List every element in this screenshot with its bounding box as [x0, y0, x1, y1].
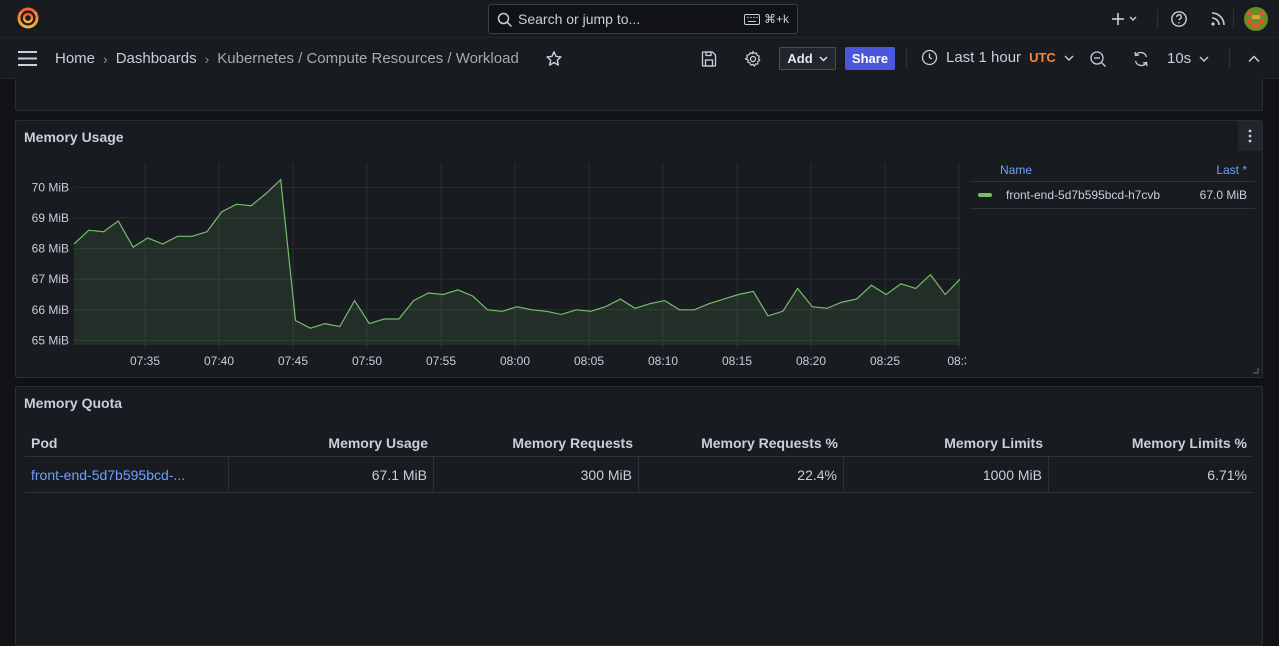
- chevron-right-icon: ›: [103, 50, 108, 67]
- panel-menu-button[interactable]: [1238, 121, 1262, 151]
- grafana-logo-icon[interactable]: [16, 6, 40, 30]
- divider: [906, 48, 907, 68]
- legend-series-name: front-end-5d7b595bcd-h7cvb: [1006, 188, 1161, 202]
- refresh-interval-picker[interactable]: 10s: [1167, 50, 1209, 67]
- top-bar: Search or jump to... ⌘+k: [0, 0, 1279, 38]
- legend-series-last: 67.0 MiB: [1199, 188, 1247, 202]
- x-tick-label: 08:05: [574, 354, 604, 368]
- y-tick-label: 66 MiB: [32, 303, 69, 317]
- refresh-interval-label: 10s: [1167, 50, 1192, 67]
- divider: [1157, 9, 1158, 29]
- table-cell: 6.71%: [1207, 467, 1247, 483]
- column-header-memory-usage[interactable]: Memory Usage: [229, 431, 434, 456]
- search-shortcut: ⌘+k: [743, 12, 789, 26]
- memory-usage-panel: Memory Usage 65 MiB 66 MiB 67 MiB 68 MiB 69 …: [15, 120, 1263, 378]
- clock-icon: [921, 49, 938, 66]
- series-area-fill: [74, 179, 960, 345]
- memory-usage-chart[interactable]: 65 MiB 66 MiB 67 MiB 68 MiB 69 MiB 70 MiB 07:3…: [16, 157, 966, 377]
- legend-name-header[interactable]: Name: [1000, 163, 1032, 177]
- x-tick-label: 08:3: [947, 354, 966, 368]
- search-placeholder: Search or jump to...: [518, 11, 641, 27]
- share-button[interactable]: Share: [845, 47, 895, 70]
- legend-series-swatch: [978, 193, 992, 197]
- x-tick-label: 07:50: [352, 354, 382, 368]
- table-row: front-end-5d7b595bcd-... 67.1 MiB 300 Mi…: [25, 457, 1253, 493]
- x-tick-label: 08:25: [870, 354, 900, 368]
- refresh-icon[interactable]: [1132, 50, 1150, 68]
- time-range-label: Last 1 hour: [946, 49, 1022, 66]
- x-tick-label: 07:55: [426, 354, 456, 368]
- breadcrumb-home[interactable]: Home: [55, 50, 95, 67]
- help-icon[interactable]: [1170, 10, 1188, 28]
- favorite-star-icon[interactable]: [545, 50, 563, 68]
- table-cell: 67.1 MiB: [229, 457, 434, 492]
- legend-last-header[interactable]: Last *: [1216, 163, 1247, 177]
- breadcrumb: Home › Dashboards › Kubernetes / Compute…: [55, 50, 519, 67]
- x-tick-label: 07:35: [130, 354, 160, 368]
- panel-title: Memory Usage: [24, 129, 124, 145]
- y-tick-label: 68 MiB: [32, 242, 69, 256]
- chevron-down-icon: [1199, 56, 1209, 62]
- column-header-memory-limits[interactable]: Memory Limits: [844, 431, 1049, 456]
- y-tick-label: 65 MiB: [32, 333, 69, 347]
- chevron-down-icon: [819, 56, 828, 61]
- new-plus-dropdown-icon[interactable]: [1110, 10, 1140, 28]
- table-cell: 22.4%: [639, 457, 844, 492]
- kebab-menu-icon: [1248, 129, 1252, 143]
- legend-row[interactable]: front-end-5d7b595bcd-h7cvb 67.0 MiB: [970, 182, 1255, 209]
- search-shortcut-text: ⌘+k: [763, 12, 789, 26]
- previous-panel-bottom: [15, 78, 1263, 111]
- table-cell: 300 MiB: [434, 457, 639, 492]
- table-header: Pod Memory Usage Memory Requests Memory …: [25, 431, 1253, 457]
- timezone-label: UTC: [1029, 50, 1056, 65]
- zoom-out-icon[interactable]: [1089, 50, 1107, 68]
- table-cell: 1000 MiB: [844, 457, 1049, 492]
- legend-header: Name Last *: [970, 157, 1255, 182]
- column-header-memory-requests-pct[interactable]: Memory Requests %: [639, 431, 844, 456]
- column-header-memory-requests[interactable]: Memory Requests: [434, 431, 639, 456]
- keyboard-icon: [743, 13, 760, 25]
- x-tick-label: 07:45: [278, 354, 308, 368]
- breadcrumb-current-dashboard: Kubernetes / Compute Resources / Workloa…: [217, 50, 519, 67]
- settings-gear-icon[interactable]: [744, 50, 762, 68]
- menu-hamburger-icon[interactable]: [18, 51, 37, 66]
- add-dropdown-button[interactable]: Add: [779, 47, 836, 70]
- dashboard-nav-bar: Home › Dashboards › Kubernetes / Compute…: [0, 38, 1279, 79]
- memory-quota-panel: Memory Quota Pod Memory Usage Memory Req…: [15, 386, 1263, 646]
- y-tick-label: 67 MiB: [32, 272, 69, 286]
- column-header-memory-limits-pct[interactable]: Memory Limits %: [1049, 431, 1253, 456]
- divider: [1233, 9, 1234, 29]
- chevron-right-icon: ›: [204, 50, 210, 67]
- x-tick-label: 08:15: [722, 354, 752, 368]
- pod-link[interactable]: front-end-5d7b595bcd-...: [25, 457, 229, 492]
- chart-legend: Name Last * front-end-5d7b595bcd-h7cvb 6…: [970, 157, 1255, 209]
- x-tick-label: 07:40: [204, 354, 234, 368]
- chevron-down-icon: [1064, 55, 1074, 61]
- divider: [1229, 48, 1230, 68]
- breadcrumb-dashboards[interactable]: Dashboards: [116, 50, 197, 67]
- time-range-picker[interactable]: Last 1 hour UTC: [921, 49, 1074, 66]
- add-button-label: Add: [787, 51, 813, 66]
- memory-quota-table: Pod Memory Usage Memory Requests Memory …: [25, 431, 1253, 493]
- chevron-up-icon[interactable]: [1245, 50, 1263, 68]
- y-tick-label: 69 MiB: [32, 211, 69, 225]
- search-icon: [497, 12, 513, 28]
- user-avatar[interactable]: [1244, 7, 1268, 31]
- resize-handle-icon[interactable]: [1253, 368, 1259, 374]
- x-tick-label: 08:00: [500, 354, 530, 368]
- x-tick-label: 08:20: [796, 354, 826, 368]
- x-tick-label: 08:10: [648, 354, 678, 368]
- save-dashboard-icon[interactable]: [700, 50, 718, 68]
- search-input[interactable]: Search or jump to... ⌘+k: [488, 4, 798, 34]
- panel-title: Memory Quota: [24, 395, 123, 411]
- column-header-pod[interactable]: Pod: [25, 431, 229, 456]
- news-rss-icon[interactable]: [1209, 10, 1227, 28]
- y-tick-label: 70 MiB: [32, 180, 69, 194]
